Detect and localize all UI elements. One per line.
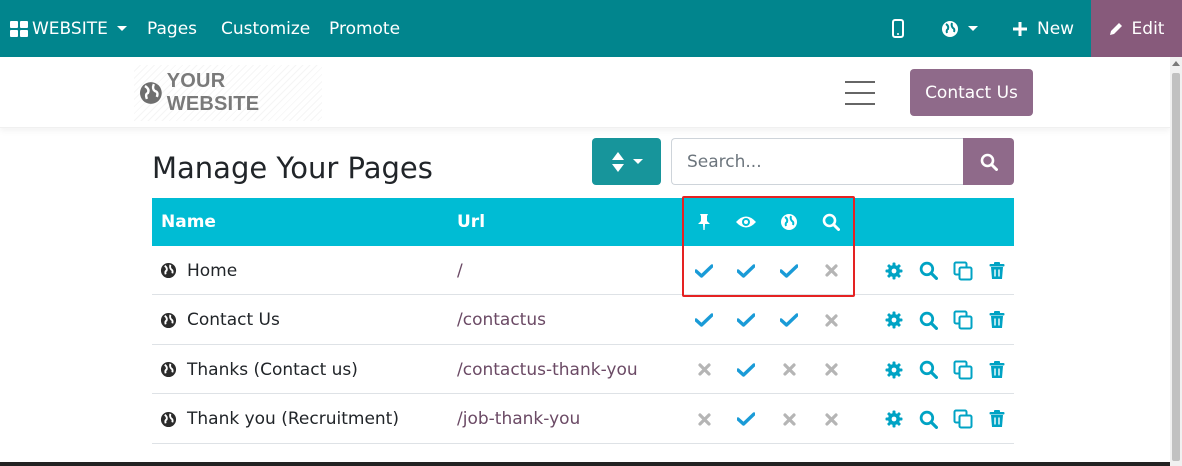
pages-table-header: Name Url <box>152 198 1014 246</box>
check-icon[interactable] <box>777 246 801 295</box>
trash-icon[interactable] <box>985 296 1009 345</box>
edit-label: Edit <box>1131 18 1165 39</box>
caret-down-icon <box>968 26 978 31</box>
website-menu-label: WEBSITE <box>32 18 108 39</box>
gear-icon[interactable] <box>882 296 906 345</box>
page-content: YOUR WEBSITE Contact Us Manage Your Page… <box>0 57 1170 466</box>
page-name-cell[interactable]: Home <box>160 246 237 295</box>
search-icon[interactable] <box>916 296 940 345</box>
trash-icon[interactable] <box>985 395 1009 444</box>
search-icon <box>819 198 843 246</box>
mobile-preview-button[interactable] <box>892 0 904 57</box>
page-url[interactable]: / <box>457 246 463 295</box>
contact-us-button[interactable]: Contact Us <box>910 69 1033 116</box>
sort-dropdown-button[interactable] <box>592 138 661 185</box>
copy-icon[interactable] <box>951 395 975 444</box>
pin-icon <box>692 198 716 246</box>
globe-icon <box>942 20 958 37</box>
check-icon[interactable] <box>734 296 758 345</box>
check-icon[interactable] <box>692 296 716 345</box>
copy-icon[interactable] <box>951 246 975 295</box>
customize-menu[interactable]: Customize <box>221 0 310 57</box>
cross-icon[interactable] <box>692 345 716 394</box>
column-header-url[interactable]: Url <box>457 198 485 246</box>
check-icon[interactable] <box>777 296 801 345</box>
table-row: Thanks (Contact us) /contactus-thank-you <box>152 345 1014 394</box>
globe-icon <box>160 411 177 428</box>
page-name-cell[interactable]: Contact Us <box>160 296 280 345</box>
sort-icon <box>611 151 624 172</box>
table-row: Home / <box>152 246 1014 295</box>
search-icon[interactable] <box>916 395 940 444</box>
pencil-icon <box>1109 23 1122 35</box>
promote-menu[interactable]: Promote <box>329 0 400 57</box>
cross-icon[interactable] <box>777 395 801 444</box>
page-name: Contact Us <box>187 310 280 330</box>
search-button[interactable] <box>963 138 1014 185</box>
page-name: Thanks (Contact us) <box>187 359 358 380</box>
table-row: Thank you (Recruitment) /job-thank-you <box>152 395 1014 444</box>
caret-down-icon <box>116 26 127 31</box>
bottom-divider <box>0 462 1170 466</box>
menu-toggle-icon[interactable] <box>845 81 875 105</box>
table-row: Contact Us/contactus <box>152 296 1014 345</box>
vertical-scrollbar[interactable] <box>1170 57 1182 466</box>
page-name-cell[interactable]: Thank you (Recruitment) <box>160 395 399 444</box>
site-header: YOUR WEBSITE Contact Us <box>0 57 1170 128</box>
cross-icon[interactable] <box>819 246 843 295</box>
new-label: New <box>1037 18 1075 39</box>
check-icon[interactable] <box>734 395 758 444</box>
search-icon[interactable] <box>916 345 940 394</box>
globe-logo-icon <box>139 82 162 104</box>
search-icon <box>980 153 998 171</box>
globe-icon <box>160 361 177 378</box>
cross-icon[interactable] <box>692 395 716 444</box>
logo-text: YOUR WEBSITE <box>166 70 260 115</box>
cross-icon[interactable] <box>819 345 843 394</box>
page-url[interactable]: /job-thank-you <box>457 395 580 444</box>
search-icon[interactable] <box>916 246 940 295</box>
page-title: Manage Your Pages <box>152 151 433 185</box>
site-logo[interactable]: YOUR WEBSITE <box>134 65 322 121</box>
page-name: Home <box>187 260 238 281</box>
plus-icon <box>1013 21 1027 36</box>
scroll-up-arrow-icon[interactable] <box>1172 61 1180 66</box>
eye-icon <box>734 198 758 246</box>
globe-icon <box>160 262 177 279</box>
cross-icon[interactable] <box>777 345 801 394</box>
trash-icon[interactable] <box>985 246 1009 295</box>
cross-icon[interactable] <box>819 296 843 345</box>
copy-icon[interactable] <box>951 296 975 345</box>
gear-icon[interactable] <box>882 246 906 295</box>
page-name-cell[interactable]: Thanks (Contact us) <box>160 345 358 394</box>
page-url[interactable]: /contactus-thank-you <box>457 345 638 394</box>
trash-icon[interactable] <box>985 345 1009 394</box>
gear-icon[interactable] <box>882 395 906 444</box>
copy-icon[interactable] <box>951 345 975 394</box>
website-menu[interactable]: WEBSITE <box>10 0 127 57</box>
page-url[interactable]: /contactus <box>457 296 546 345</box>
column-header-name[interactable]: Name <box>161 198 216 246</box>
website-topbar: WEBSITE Pages Customize Promote New Edit <box>0 0 1182 57</box>
globe-icon <box>777 198 801 246</box>
check-icon[interactable] <box>692 246 716 295</box>
scrollbar-thumb[interactable] <box>1172 73 1180 461</box>
apps-grid-icon <box>10 20 28 37</box>
language-dropdown[interactable] <box>941 0 978 57</box>
caret-down-icon <box>632 159 643 164</box>
check-icon[interactable] <box>734 246 758 295</box>
check-icon[interactable] <box>734 345 758 394</box>
mobile-phone-icon <box>892 19 904 38</box>
cross-icon[interactable] <box>819 395 843 444</box>
gear-icon[interactable] <box>882 345 906 394</box>
search-input[interactable] <box>671 138 963 185</box>
globe-icon <box>160 312 177 329</box>
page-name: Thank you (Recruitment) <box>187 409 399 429</box>
new-content-button[interactable]: New <box>1013 0 1074 57</box>
edit-button[interactable]: Edit <box>1091 0 1182 57</box>
pages-menu[interactable]: Pages <box>147 0 197 57</box>
